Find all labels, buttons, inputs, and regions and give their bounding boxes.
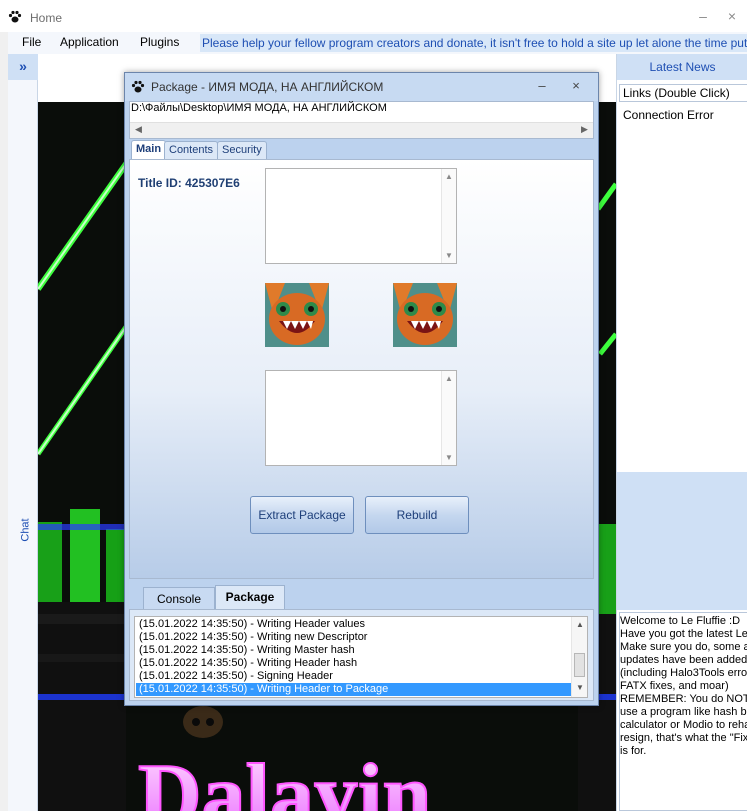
tab-main[interactable]: Main [131,140,167,159]
path-field[interactable]: D:\Файлы\Desktop\ИМЯ МОДА, НА АНГЛИЙСКОМ… [129,101,594,139]
scroll-right-icon[interactable]: ▶ [581,124,588,135]
log-entry[interactable]: (15.01.2022 14:35:50) - Signing Header [139,670,333,683]
tab-console[interactable]: Console [143,587,215,609]
tab-package[interactable]: Package [215,585,285,609]
welcome-line: FATX fixes, and moar) [620,680,729,692]
menu-bar: File Application Plugins Please help you… [8,32,747,54]
window-title: Home [30,11,63,25]
scroll-down-icon[interactable]: ▼ [445,453,453,462]
welcome-line: updates have been added [620,654,747,666]
connection-error-text: Connection Error [623,108,714,122]
title-id-label: Title ID: 425307E6 [138,176,240,190]
links-list[interactable]: Links (Double Click) [619,84,747,102]
package-window: Package - ИМЯ МОДА, НА АНГЛИЙСКОМ – × D:… [124,72,599,706]
welcome-line: (including Halo3Tools error f [620,667,747,679]
log-entry[interactable]: (15.01.2022 14:35:50) - Writing Header v… [139,618,365,631]
scroll-up-icon[interactable]: ▲ [445,374,453,383]
welcome-line: Welcome to Le Fluffie :D [620,615,741,627]
log-entry[interactable]: (15.01.2022 14:35:50) - Writing new Desc… [139,631,367,644]
chat-sidebar: » Chat [8,54,38,811]
news-header: Latest News [617,54,747,80]
tab-contents[interactable]: Contents [164,141,219,159]
welcome-line: calculator or Modio to rehas [620,719,747,731]
app-window: Home – × File Application Plugins Please… [0,0,747,811]
welcome-line: is for. [620,745,647,757]
news-panel: Latest News Links (Double Click) Connect… [616,54,747,811]
welcome-line: Make sure you do, some aw [620,641,747,653]
minimize-button[interactable]: – [695,8,711,24]
close-button[interactable]: × [724,8,740,24]
chat-label[interactable]: Chat [20,518,32,541]
menu-file[interactable]: File [22,35,41,49]
log-panel: (15.01.2022 14:35:50) - Writing Header v… [129,609,594,701]
log-scroll-thumb[interactable] [574,653,585,677]
package-minimize-button[interactable]: – [533,78,551,93]
background-banner-text: Dalayin [138,747,431,811]
scroll-down-icon[interactable]: ▼ [576,683,584,692]
log-entry[interactable]: (15.01.2022 14:35:50) - Writing Master h… [139,644,355,657]
package-close-button[interactable]: × [567,78,585,93]
main-tab-panel: Title ID: 425307E6 ▲ ▼ ▲ ▼ Extract Packa… [129,159,594,579]
path-text: D:\Файлы\Desktop\ИМЯ МОДА, НА АНГЛИЙСКОМ [131,102,387,114]
scroll-down-icon[interactable]: ▼ [445,251,453,260]
menu-application[interactable]: Application [60,35,119,49]
welcome-line: Have you got the latest Le F [620,628,747,640]
news-separator-area [617,472,747,610]
package-window-title: Package - ИМЯ МОДА, НА АНГЛИЙСКОМ [151,80,384,94]
donate-banner[interactable]: Please help your fellow program creators… [200,34,747,52]
package-thumbnail-image[interactable] [265,283,329,347]
menu-plugins[interactable]: Plugins [140,35,179,49]
title-bar: Home – × [0,0,747,32]
title-textbox-scrollbar[interactable]: ▲ ▼ [441,169,456,263]
extract-package-button[interactable]: Extract Package [250,496,354,534]
title-textbox[interactable]: ▲ ▼ [265,168,457,264]
scroll-left-icon[interactable]: ◀ [135,124,142,135]
welcome-line: REMEMBER: You do NOT [620,693,747,705]
chat-expand-button[interactable]: » [8,54,38,80]
log-entry-selected[interactable]: (15.01.2022 14:35:50) - Writing Header t… [136,683,572,696]
log-scrollbar[interactable]: ▲ ▼ [571,617,587,697]
scroll-up-icon[interactable]: ▲ [576,620,584,629]
welcome-line: resign, that's what the "Fix" [620,732,747,744]
welcome-line: use a program like hash blo [620,706,747,718]
rebuild-button[interactable]: Rebuild [365,496,469,534]
log-entry[interactable]: (15.01.2022 14:35:50) - Writing Header h… [139,657,357,670]
scroll-up-icon[interactable]: ▲ [445,172,453,181]
bottom-tabs: Console Package [129,585,594,609]
description-textbox[interactable]: ▲ ▼ [265,370,457,466]
description-textbox-scrollbar[interactable]: ▲ ▼ [441,371,456,465]
tab-security[interactable]: Security [217,141,267,159]
path-horizontal-scrollbar[interactable]: ◀ ▶ [130,122,593,138]
title-thumbnail-image[interactable] [393,283,457,347]
paw-icon [131,80,145,93]
paw-icon [8,10,22,23]
package-title-bar[interactable]: Package - ИМЯ МОДА, НА АНГЛИЙСКОМ – × [125,73,598,101]
log-list[interactable]: (15.01.2022 14:35:50) - Writing Header v… [134,616,588,698]
welcome-text-box[interactable]: Welcome to Le Fluffie :D Have you got th… [619,612,747,811]
